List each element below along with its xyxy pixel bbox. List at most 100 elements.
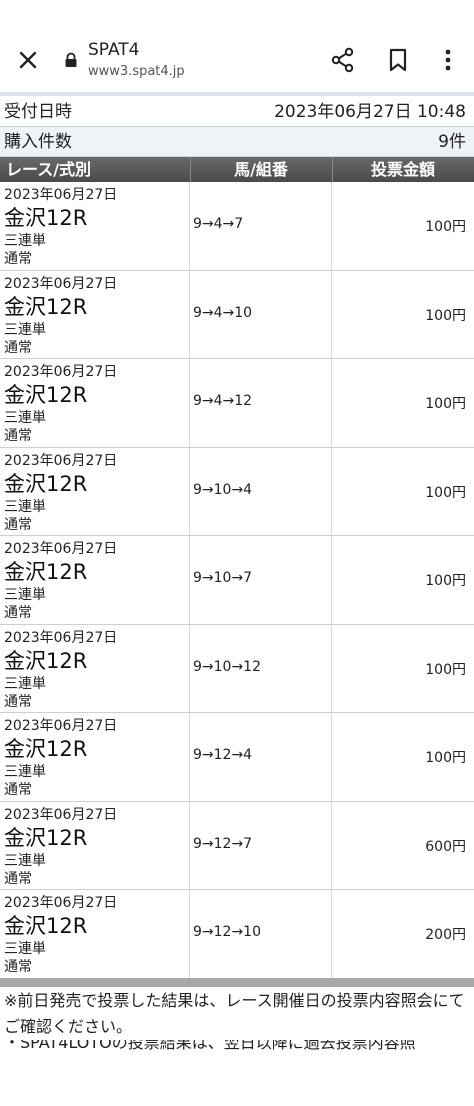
bet-method: 通常 [4,516,32,533]
table-row: 2023年06月27日 金沢12R 三連単 通常 9→4→12 100円 [0,359,474,448]
amount-value: 100円 [425,307,466,324]
race-cell: 2023年06月27日 金沢12R 三連単 通常 [0,359,190,447]
lock-icon [65,52,77,67]
race-date: 2023年06月27日 [4,452,118,469]
table-row: 2023年06月27日 金沢12R 三連単 通常 9→12→7 600円 [0,801,474,890]
race-cell: 2023年06月27日 金沢12R 三連単 通常 [0,182,190,270]
more-vert-icon[interactable] [438,47,458,73]
combo-cell: 9→10→4 [190,447,332,535]
bookmark-icon[interactable] [386,47,410,73]
bet-type: 三連単 [4,321,46,338]
bet-method: 通常 [4,251,32,267]
race-venue: 金沢12R [4,471,88,496]
amount-value: 100円 [425,219,466,235]
bet-method: 通常 [4,782,32,798]
combo-value: 9→10→7 [193,570,253,586]
amount-value: 100円 [425,573,466,589]
amount-value: 200円 [425,927,466,943]
race-date: 2023年06月27日 [4,806,118,823]
count-value: 9件 [438,132,466,152]
received-label: 受付日時 [4,102,72,122]
combo-cell: 9→12→10 [190,890,332,978]
race-cell: 2023年06月27日 金沢12R 三連単 通常 [0,713,190,801]
race-venue: 金沢12R [4,383,88,407]
race-venue: 金沢12R [4,560,88,584]
table-header: レース/式別 馬/組番 投票金額 [0,157,474,182]
received-value: 2023年06月27日 10:48 [274,102,466,122]
race-date: 2023年06月27日 [4,541,118,557]
combo-value: 9→4→7 [193,216,244,232]
site-url[interactable]: www3.spat4.jp [88,64,185,79]
bet-type: 三連単 [4,764,46,780]
race-cell: 2023年06月27日 金沢12R 三連単 通常 [0,890,190,978]
race-cell: 2023年06月27日 金沢12R 三連単 通常 [0,801,190,889]
bet-method: 通常 [4,605,32,621]
race-venue: 金沢12R [4,737,88,761]
combo-cell: 9→10→7 [190,536,332,624]
race-cell: 2023年06月27日 金沢12R 三連単 通常 [0,624,190,712]
combo-cell: 9→12→7 [190,801,332,889]
combo-value: 9→12→10 [193,924,261,940]
bet-method: 通常 [4,870,32,887]
table-row: 2023年06月27日 金沢12R 三連単 通常 9→12→4 100円 [0,713,474,802]
table-row: 2023年06月27日 金沢12R 三連単 通常 9→4→7 100円 [0,182,474,271]
bet-type: 三連単 [4,233,46,249]
race-cell: 2023年06月27日 金沢12R 三連単 通常 [0,447,190,535]
table-row: 2023年06月27日 金沢12R 三連単 通常 9→12→10 200円 [0,890,474,979]
combo-value: 9→12→7 [193,835,253,852]
amount-cell: 100円 [332,713,474,801]
combo-cell: 9→4→7 [190,182,332,270]
race-cell: 2023年06月27日 金沢12R 三連単 通常 [0,536,190,624]
bet-method: 通常 [4,959,32,975]
table-row: 2023年06月27日 金沢12R 三連単 通常 9→10→12 100円 [0,624,474,713]
received-datetime-row: 受付日時 2023年06月27日 10:48 [0,97,474,127]
race-cell: 2023年06月27日 金沢12R 三連単 通常 [0,270,190,358]
header-amount: 投票金額 [370,160,435,179]
close-icon[interactable] [14,46,42,74]
combo-cell: 9→4→12 [190,359,332,447]
combo-value: 9→12→4 [193,747,253,763]
bet-type: 三連単 [4,498,46,515]
table-footer-bar [0,978,474,987]
table-row: 2023年06月27日 金沢12R 三連単 通常 9→4→10 100円 [0,270,474,359]
race-date: 2023年06月27日 [4,718,118,734]
table-row: 2023年06月27日 金沢12R 三連単 通常 9→10→4 100円 [0,447,474,536]
share-icon[interactable] [330,47,356,73]
site-title: SPAT4 [88,40,140,60]
bet-type: 三連単 [4,587,46,603]
bet-method: 通常 [4,428,32,444]
combo-value: 9→10→4 [193,481,253,498]
amount-cell: 100円 [332,359,474,447]
bet-type: 三連単 [4,941,46,957]
bet-method: 通常 [4,693,32,710]
race-date: 2023年06月27日 [4,895,118,911]
notice-text: ※前日発売で投票した結果は、レース開催日の投票内容照会にてご確認ください。 [4,991,465,1036]
amount-value: 600円 [425,838,466,855]
race-date: 2023年06月27日 [4,275,118,292]
amount-cell: 100円 [332,536,474,624]
race-date: 2023年06月27日 [4,187,118,203]
count-label: 購入件数 [4,132,72,152]
notice-line: ・SPAT4LOTOの投票結果は、翌日以降に過去投票内容照 [4,1040,416,1052]
purchase-count-row: 購入件数 9件 [0,127,474,157]
bet-type: 三連単 [4,410,46,426]
amount-cell: 100円 [332,271,474,359]
race-date: 2023年06月27日 [4,629,118,646]
header-race: レース/式別 [6,160,92,179]
race-venue: 金沢12R [4,914,88,938]
bet-type: 三連単 [4,852,46,869]
header-combo: 馬/組番 [234,160,288,179]
race-date: 2023年06月27日 [4,364,118,380]
race-venue: 金沢12R [4,648,88,673]
bet-table-body: 2023年06月27日 金沢12R 三連単 通常 9→4→7 100円 2023… [0,182,474,979]
amount-value: 100円 [425,661,466,678]
amount-value: 100円 [425,396,466,412]
browser-toolbar: SPAT4 www3.spat4.jp [0,0,474,90]
combo-cell: 9→10→12 [190,624,332,712]
amount-cell: 100円 [332,625,474,713]
amount-value: 100円 [425,484,466,501]
combo-cell: 9→12→4 [190,713,332,801]
combo-value: 9→4→12 [193,393,253,409]
race-venue: 金沢12R [4,294,88,319]
race-venue: 金沢12R [4,825,88,850]
